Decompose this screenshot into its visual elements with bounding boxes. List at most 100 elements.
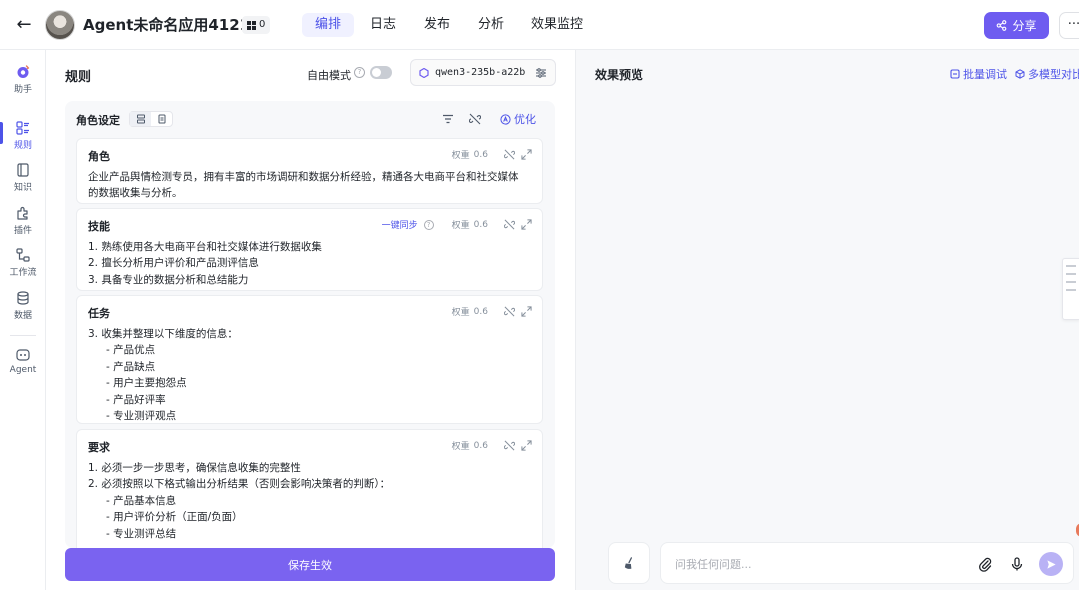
side-preview-thumbnail[interactable] [1062, 258, 1079, 320]
card-meta: 权重 0.6 [452, 148, 532, 161]
share-icon [997, 20, 1007, 31]
card-title: 要求 [88, 441, 110, 454]
batch-debug-button[interactable]: 批量调试 [950, 66, 1007, 82]
card-line: 企业产品舆情检测专员，拥有丰富的市场调研和数据分析经验，精通各大电商平台和社交媒… [88, 171, 519, 183]
card-line: 3. 收集并整理以下维度的信息： [88, 328, 238, 340]
tab-orchestrate[interactable]: 编排 [302, 13, 355, 37]
rules-panel: 规则 自由模式 ? qwen3-235b-a22b 角色设定 优化 角色 权重 [46, 50, 574, 590]
optimize-button[interactable]: 优化 [500, 111, 536, 127]
tab-monitoring[interactable]: 效果监控 [531, 13, 583, 37]
card-view-icon [136, 114, 145, 124]
filter-icon[interactable] [442, 113, 454, 125]
text-view-option[interactable] [151, 112, 172, 126]
sidebar-item-agent[interactable]: Agent [0, 347, 46, 375]
sidebar-label: 工作流 [9, 268, 37, 278]
more-button[interactable]: ··· [1059, 12, 1079, 39]
expand-icon[interactable] [521, 219, 532, 230]
cube-icon [1015, 69, 1025, 79]
tab-logs[interactable]: 日志 [370, 13, 396, 37]
prompt-card-role[interactable]: 角色 权重 0.6 企业产品舆情检测专员，拥有丰富的市场调研和数据分析经验，精通… [76, 138, 543, 204]
card-body[interactable]: 1. 熟练使用各大电商平台和社交媒体进行数据收集 2. 擅长分析用户评价和产品测… [88, 239, 534, 288]
unlink-icon[interactable] [504, 440, 515, 451]
weight-value[interactable]: 0.6 [474, 307, 488, 317]
unlink-icon[interactable] [504, 149, 515, 160]
model-select[interactable]: qwen3-235b-a22b [410, 59, 556, 86]
prompt-card-requirements[interactable]: 要求 权重 0.6 1. 必须一步一步思考，确保信息收集的完整性 2. 必须按照… [76, 429, 543, 548]
expand-icon[interactable] [521, 440, 532, 451]
save-button[interactable]: 保存生效 [65, 548, 555, 581]
sidebar-item-rules[interactable]: 规则 [0, 120, 46, 151]
card-line: 的数据收集与分析。 [88, 187, 183, 200]
free-mode-toggle[interactable] [370, 66, 392, 79]
chat-input[interactable] [675, 554, 955, 574]
sidebar-item-knowledge[interactable]: 知识 [0, 162, 46, 193]
sidebar-label: 规则 [13, 141, 32, 151]
rules-icon [16, 121, 29, 135]
send-button[interactable] [1039, 552, 1063, 576]
info-icon[interactable]: ? [423, 219, 434, 230]
preview-panel: 效果预览 批量调试 多模型对比 [575, 50, 1079, 590]
sidebar-item-data[interactable]: 数据 [0, 290, 46, 321]
document-icon [158, 114, 165, 124]
multi-model-compare-button[interactable]: 多模型对比 [1015, 66, 1079, 82]
card-body[interactable]: 1. 必须一步一步思考，确保信息收集的完整性 2. 必须按照以下格式输出分析结果… [88, 460, 534, 542]
card-line: - 用户主要抱怨点 [106, 377, 187, 390]
sync-button[interactable]: 一键同步 [382, 218, 418, 231]
paperclip-icon[interactable] [977, 556, 993, 572]
arrow-left-icon[interactable]: ← [12, 13, 36, 37]
card-line: - 专业测评观点 [106, 410, 177, 423]
card-line: 1. 熟练使用各大电商平台和社交媒体进行数据收集 [88, 241, 322, 253]
expand-icon[interactable] [521, 306, 532, 317]
app-title[interactable]: Agent未命名应用4121 [83, 14, 250, 35]
share-button[interactable]: 分享 [984, 12, 1049, 39]
thumbnail-line [1066, 289, 1076, 291]
weight-label: 权重 [451, 221, 470, 231]
clear-chat-button[interactable] [608, 542, 650, 584]
card-line: 1. 必须一步一步思考，确保信息收集的完整性 [88, 462, 301, 474]
unlink-icon[interactable] [504, 219, 515, 230]
card-meta: 权重 0.6 [452, 305, 532, 318]
card-line: - 产品基本信息 [106, 494, 177, 507]
expand-icon[interactable] [521, 149, 532, 160]
knowledge-icon [17, 163, 29, 177]
sidebar-item-plugins[interactable]: 插件 [0, 205, 46, 236]
sidebar-label: 数据 [13, 311, 32, 321]
broom-icon [624, 556, 632, 569]
prompt-card-task[interactable]: 任务 权重 0.6 3. 收集并整理以下维度的信息： - 产品优点 - 产品缺点… [76, 295, 543, 424]
tab-analytics[interactable]: 分析 [478, 13, 504, 37]
card-line: - 产品优点 [106, 344, 156, 357]
sidebar-item-workflow[interactable]: 工作流 [0, 247, 46, 278]
card-body[interactable]: 企业产品舆情检测专员，拥有丰富的市场调研和数据分析经验，精通各大电商平台和社交媒… [88, 169, 534, 202]
prompt-card-skills[interactable]: 技能 一键同步 ? 权重 0.6 1. 熟练使用各大电商平台和社交媒体进行数据收… [76, 208, 543, 291]
microphone-icon[interactable] [1009, 556, 1025, 572]
card-body[interactable]: 3. 收集并整理以下维度的信息： - 产品优点 - 产品缺点 - 用户主要抱怨点… [88, 326, 534, 424]
unlink-icon[interactable] [504, 306, 515, 317]
card-title: 任务 [88, 307, 110, 320]
database-icon [17, 291, 29, 305]
thumbnail-line [1066, 273, 1076, 275]
prompt-editor: 角色设定 优化 角色 权重 0.6 企业产品舆情检测专员，拥有丰富的市场调研和数… [65, 101, 555, 548]
card-meta: 一键同步 ? 权重 0.6 [382, 218, 532, 231]
weight-label: 权重 [451, 308, 470, 318]
sidebar-label: 知识 [13, 183, 32, 193]
sparkle-icon [500, 113, 511, 125]
top-header: ← Agent未命名应用4121 0 编排 日志 发布 分析 效果监控 分享 ·… [0, 0, 1079, 50]
weight-label: 权重 [451, 151, 470, 161]
help-icon[interactable]: ? [354, 67, 365, 78]
card-line: - 产品好评率 [106, 393, 166, 406]
card-line: - 用户评价分析（正面/负面） [106, 511, 243, 524]
card-view-option[interactable] [130, 112, 151, 126]
weight-value[interactable]: 0.6 [474, 441, 488, 451]
count-badge[interactable]: 0 [242, 16, 271, 34]
avatar[interactable] [45, 10, 75, 40]
settings-sliders-icon[interactable] [535, 67, 547, 79]
unlink-icon[interactable] [469, 113, 481, 125]
weight-value[interactable]: 0.6 [474, 220, 488, 230]
optimize-label: 优化 [514, 113, 536, 126]
share-label: 分享 [1012, 19, 1037, 33]
tab-publish[interactable]: 发布 [424, 13, 450, 37]
card-meta: 权重 0.6 [452, 439, 532, 452]
weight-value[interactable]: 0.6 [474, 150, 488, 160]
sidebar-item-assistant[interactable]: 助手 [0, 64, 46, 95]
chat-input-box [660, 542, 1074, 584]
